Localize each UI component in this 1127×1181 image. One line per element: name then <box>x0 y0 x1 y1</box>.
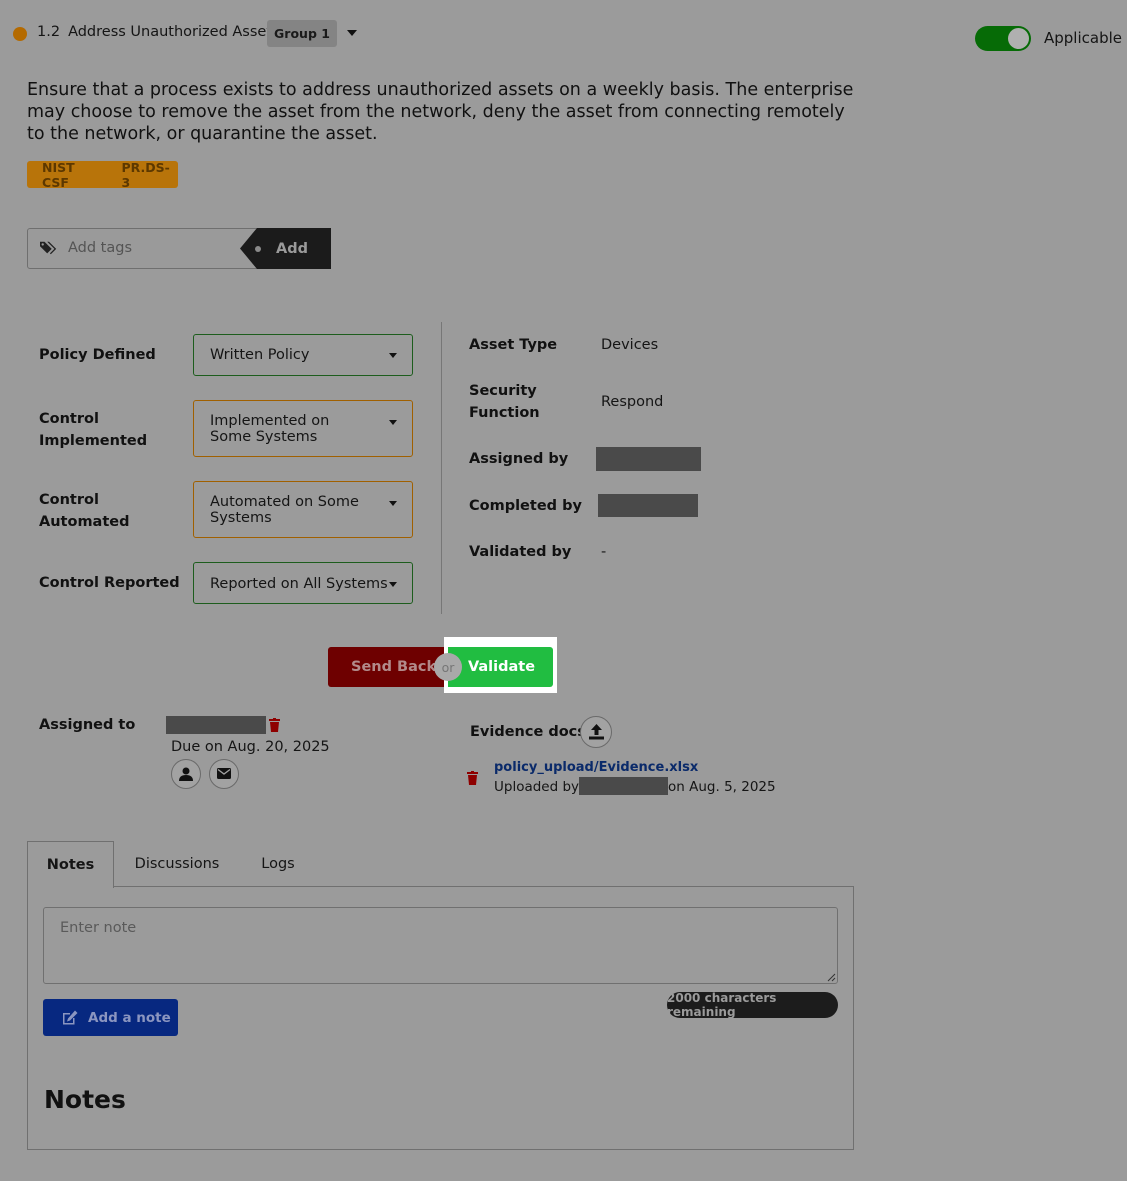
tab-logs[interactable]: Logs <box>250 841 306 887</box>
redacted-name <box>579 777 669 795</box>
envelope-icon <box>217 768 231 779</box>
validated-by-value: - <box>601 544 607 560</box>
validate-button[interactable]: Validate <box>448 647 553 687</box>
evidence-docs-label: Evidence docs <box>470 724 586 740</box>
applicable-toggle[interactable] <box>975 26 1031 51</box>
control-implemented-value: Implemented on Some Systems <box>210 413 330 445</box>
tags-icon <box>40 241 57 255</box>
resize-handle-icon[interactable] <box>826 972 836 982</box>
control-implemented-label: Control Implemented <box>39 411 148 449</box>
caret-down-icon <box>389 582 397 587</box>
policy-defined-select[interactable]: Written Policy <box>193 334 413 376</box>
add-note-label: Add a note <box>88 1009 171 1026</box>
status-dot <box>13 27 27 41</box>
uploaded-on: on Aug. 5, 2025 <box>668 779 776 795</box>
control-automated-value: Automated on Some Systems <box>210 494 359 526</box>
toggle-knob <box>1008 28 1029 49</box>
email-button[interactable] <box>209 759 239 789</box>
asset-type-label: Asset Type <box>469 337 558 353</box>
assigned-to-label: Assigned to <box>39 717 136 733</box>
add-note-button[interactable]: Add a note <box>43 999 178 1036</box>
control-title: 1.2 Address Unauthorized Assets <box>37 24 280 40</box>
redacted-name <box>598 494 698 517</box>
upload-icon <box>589 724 604 740</box>
validated-by-label: Validated by <box>469 544 572 560</box>
evidence-upload-info: Uploaded by on Aug. 5, 2025 <box>494 777 776 795</box>
trash-icon[interactable] <box>467 771 478 785</box>
control-name: Address Unauthorized Assets <box>68 24 280 40</box>
control-description: Ensure that a process exists to address … <box>27 80 854 144</box>
tag-hole <box>255 246 261 252</box>
control-reported-select[interactable]: Reported on All Systems <box>193 562 413 604</box>
framework-ref: PR.DS-3 <box>121 159 170 190</box>
control-automated-label: Control Automated <box>39 492 130 530</box>
framework-name: NIST CSF <box>42 159 75 190</box>
asset-type-value: Devices <box>601 337 659 353</box>
uploaded-by-label: Uploaded by <box>494 779 580 795</box>
reassign-user-button[interactable] <box>171 759 201 789</box>
caret-down-icon <box>389 420 397 425</box>
policy-defined-label: Policy Defined <box>39 347 156 363</box>
group-badge: Group 1 <box>267 20 337 47</box>
policy-defined-value: Written Policy <box>210 347 310 363</box>
column-divider <box>441 322 442 614</box>
security-function-value: Respond <box>601 394 664 410</box>
completed-by-label: Completed by <box>469 498 582 514</box>
control-automated-select[interactable]: Automated on Some Systems <box>193 481 413 538</box>
note-input[interactable] <box>43 907 838 984</box>
add-tag-label: Add <box>276 240 308 257</box>
applicable-label: Applicable <box>1044 29 1122 47</box>
notes-heading: Notes <box>44 1085 126 1114</box>
due-date: Due on Aug. 20, 2025 <box>171 739 330 755</box>
add-tag-button[interactable]: Add <box>240 228 331 269</box>
control-reported-value: Reported on All Systems <box>210 576 388 592</box>
chevron-down-icon[interactable] <box>343 22 361 42</box>
edit-icon <box>63 1010 78 1025</box>
tab-notes[interactable]: Notes <box>27 841 114 888</box>
control-implemented-select[interactable]: Implemented on Some Systems <box>193 400 413 457</box>
redacted-name <box>166 716 266 734</box>
control-reported-label: Control Reported <box>39 575 180 591</box>
caret-down-icon <box>389 501 397 506</box>
control-number: 1.2 <box>37 24 61 40</box>
assigned-by-label: Assigned by <box>469 451 569 467</box>
caret-down-icon <box>389 353 397 358</box>
or-separator: or <box>434 653 462 681</box>
user-icon <box>179 767 193 781</box>
framework-badge: NIST CSF PR.DS-3 <box>27 159 178 190</box>
redacted-name <box>596 447 701 471</box>
evidence-file-link[interactable]: policy_upload/Evidence.xlsx <box>494 760 698 775</box>
upload-evidence-button[interactable] <box>580 716 612 748</box>
tags-input[interactable] <box>60 233 256 263</box>
security-function-label: Security Function <box>469 383 540 421</box>
chars-remaining-badge: 2000 characters remaining <box>667 991 838 1019</box>
trash-icon[interactable] <box>269 718 280 732</box>
tab-discussions[interactable]: Discussions <box>124 841 230 887</box>
